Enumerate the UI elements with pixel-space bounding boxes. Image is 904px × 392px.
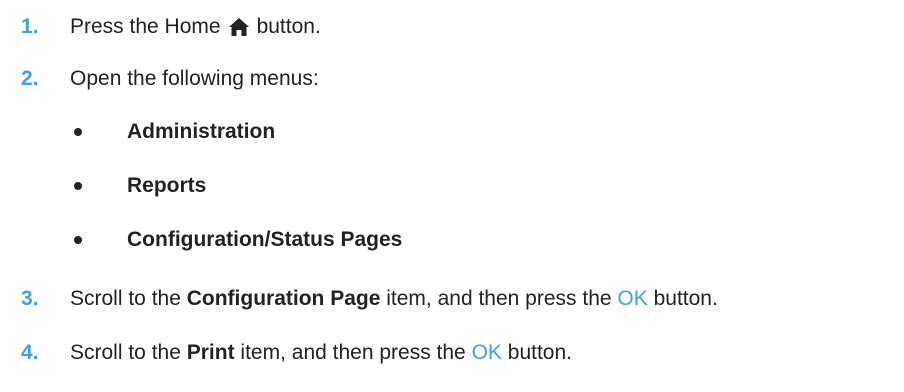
step-number: 4. [21, 341, 39, 364]
step-number: 1. [21, 15, 39, 38]
item-name: Configuration Page [186, 287, 381, 310]
menu-item-administration: Administration [0, 112, 275, 152]
item-name: Print [186, 341, 235, 364]
ok-label: OK [617, 287, 648, 310]
step-number: 3. [21, 287, 39, 310]
step-text: button. [653, 287, 718, 310]
step-text: item, and then press the [240, 341, 466, 364]
step-text: Open the following menus: [70, 67, 319, 90]
step-text: item, and then press the [386, 287, 612, 310]
step-text: Scroll to the [70, 341, 181, 364]
ok-label: OK [471, 341, 502, 364]
bullet-icon [74, 182, 82, 190]
step-text: Press the Home [70, 15, 221, 38]
step-3: 3. Scroll to the Configuration Page item… [0, 280, 718, 318]
menu-label: Reports [127, 174, 207, 197]
menu-item-reports: Reports [0, 166, 206, 206]
step-1: 1. Press the Home button. [0, 8, 321, 46]
menu-label: Configuration/Status Pages [127, 228, 403, 251]
bullet-icon [74, 128, 82, 136]
step-text: button. [256, 15, 321, 38]
step-2: 2. Open the following menus: [0, 60, 319, 98]
menu-label: Administration [127, 120, 276, 143]
step-4: 4. Scroll to the Print item, and then pr… [0, 334, 572, 372]
menu-item-configuration-status-pages: Configuration/Status Pages [0, 220, 402, 260]
step-text: Scroll to the [70, 287, 181, 310]
bullet-icon [74, 236, 82, 244]
home-icon [228, 18, 249, 36]
step-text: button. [507, 341, 572, 364]
step-number: 2. [21, 67, 39, 90]
